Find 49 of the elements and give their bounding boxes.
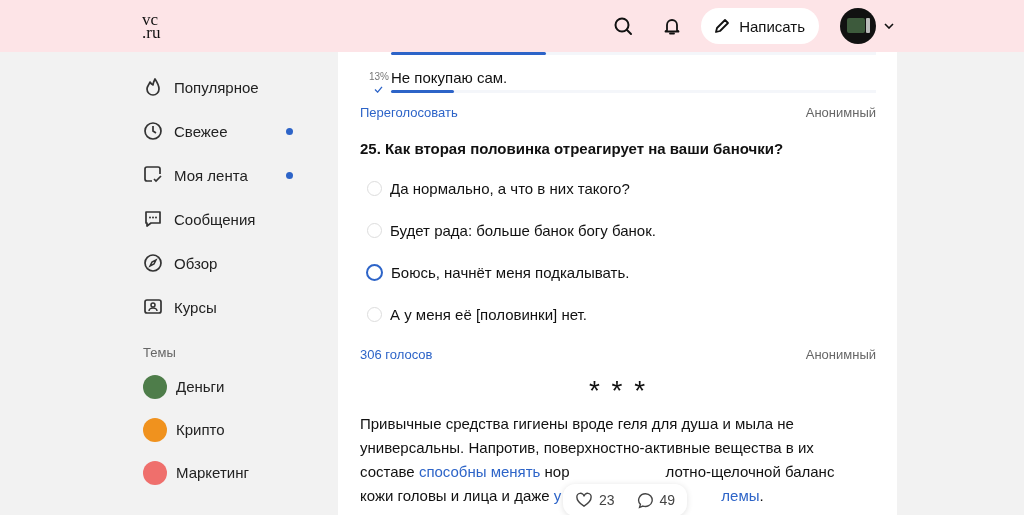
- avatar-icon[interactable]: [840, 8, 876, 44]
- topic-item[interactable]: Маркетинг: [143, 451, 293, 494]
- anonymous-label: Анонимный: [805, 105, 876, 120]
- comments-button[interactable]: 49: [636, 488, 676, 512]
- paragraph-text: универсальны. Напротив, поверхностно-активные вещества в их: [360, 438, 814, 458]
- text-link[interactable]: лемы: [721, 484, 760, 508]
- percent-label: 13%: [369, 71, 389, 82]
- write-button[interactable]: Написать: [701, 8, 819, 44]
- radio-button[interactable]: [366, 263, 383, 281]
- search-icon[interactable]: [613, 16, 634, 36]
- nav-item[interactable]: Обзор: [143, 241, 293, 285]
- pencil-icon: [713, 17, 732, 35]
- nav-item[interactable]: Популярное: [143, 65, 293, 109]
- paragraph-text: Привычные средства гигиены вроде геля для душа и мыла не: [360, 414, 794, 434]
- poll-option[interactable]: А у меня её [половинки] нет.: [360, 293, 876, 335]
- nav-item[interactable]: Курсы: [143, 285, 293, 329]
- paragraph-text: составе: [360, 462, 416, 482]
- compass-icon: [143, 253, 163, 273]
- poll-option[interactable]: Будет рада: больше банок богу банок.: [360, 209, 876, 251]
- paragraph-text: .: [759, 486, 764, 506]
- clock-icon: [143, 121, 163, 141]
- chevron-down-icon[interactable]: [884, 23, 894, 29]
- poll-question: 25. Как вторая половинка отреагирует на ваши баночки?: [360, 140, 785, 157]
- paragraph-text: кожи головы и лица и даже: [360, 486, 551, 506]
- anonymous-label: Анонимный: [805, 347, 876, 362]
- nav-item[interactable]: Свежее: [143, 109, 293, 153]
- feed-icon: [143, 165, 163, 185]
- heart-icon: [575, 492, 593, 508]
- poll-option[interactable]: Да нормально, а что в них такого?: [360, 167, 876, 209]
- paragraph-text: лотно-щелочной баланс: [665, 462, 835, 482]
- text-link[interactable]: способны менять: [418, 460, 541, 484]
- paragraph-text: нор: [543, 462, 570, 482]
- votes-count[interactable]: 306 голосов: [360, 347, 433, 362]
- topic-item[interactable]: Крипто: [143, 408, 293, 451]
- logo[interactable]: vc .ru: [142, 13, 161, 39]
- courses-icon: [143, 297, 163, 317]
- poll-result-label: Не покупаю сам.: [391, 69, 508, 86]
- like-button[interactable]: 23: [575, 488, 615, 512]
- text-link[interactable]: у: [553, 484, 562, 508]
- nav-item[interactable]: Моя лента: [143, 153, 293, 197]
- topic-item[interactable]: Деньги: [143, 365, 293, 408]
- section-separator: * * *: [587, 376, 649, 406]
- flame-icon: [143, 77, 163, 97]
- chat-icon: [143, 209, 163, 229]
- section-heading: Темы: [143, 344, 177, 362]
- poll-option[interactable]: Боюсь, начнёт меня подкалывать.: [360, 251, 876, 293]
- nav-item[interactable]: Сообщения: [143, 197, 293, 241]
- revote-link[interactable]: Переголосовать: [360, 105, 458, 120]
- comment-icon: [636, 491, 654, 509]
